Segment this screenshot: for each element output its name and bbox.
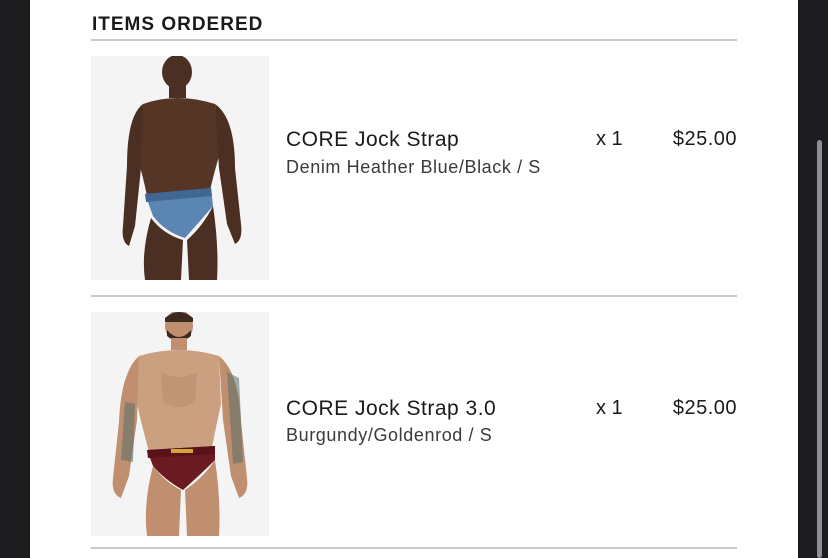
item-divider <box>91 295 737 297</box>
section-divider <box>91 39 737 41</box>
product-quantity: x 1 <box>596 397 623 419</box>
product-photo-icon <box>91 56 269 280</box>
product-quantity: x 1 <box>596 128 623 150</box>
product-price: $25.00 <box>672 128 737 150</box>
product-variant: Denim Heather Blue/Black / S <box>286 157 541 177</box>
product-price: $25.00 <box>672 397 737 419</box>
scrollbar-thumb[interactable] <box>817 140 822 558</box>
scrollbar[interactable] <box>798 0 828 558</box>
order-item: CORE Jock Strap Denim Heather Blue/Black… <box>91 56 737 306</box>
order-items-panel: ITEMS ORDERED CORE Jock Strap Denim Heat… <box>30 0 798 558</box>
section-title: ITEMS ORDERED <box>92 14 264 35</box>
product-image[interactable] <box>91 312 269 536</box>
product-photo-icon <box>91 312 269 536</box>
order-item: CORE Jock Strap 3.0 Burgundy/Goldenrod /… <box>91 312 737 558</box>
item-divider <box>91 547 737 549</box>
product-name[interactable]: CORE Jock Strap <box>286 128 459 152</box>
product-image[interactable] <box>91 56 269 280</box>
product-name[interactable]: CORE Jock Strap 3.0 <box>286 397 496 421</box>
product-variant: Burgundy/Goldenrod / S <box>286 425 493 445</box>
